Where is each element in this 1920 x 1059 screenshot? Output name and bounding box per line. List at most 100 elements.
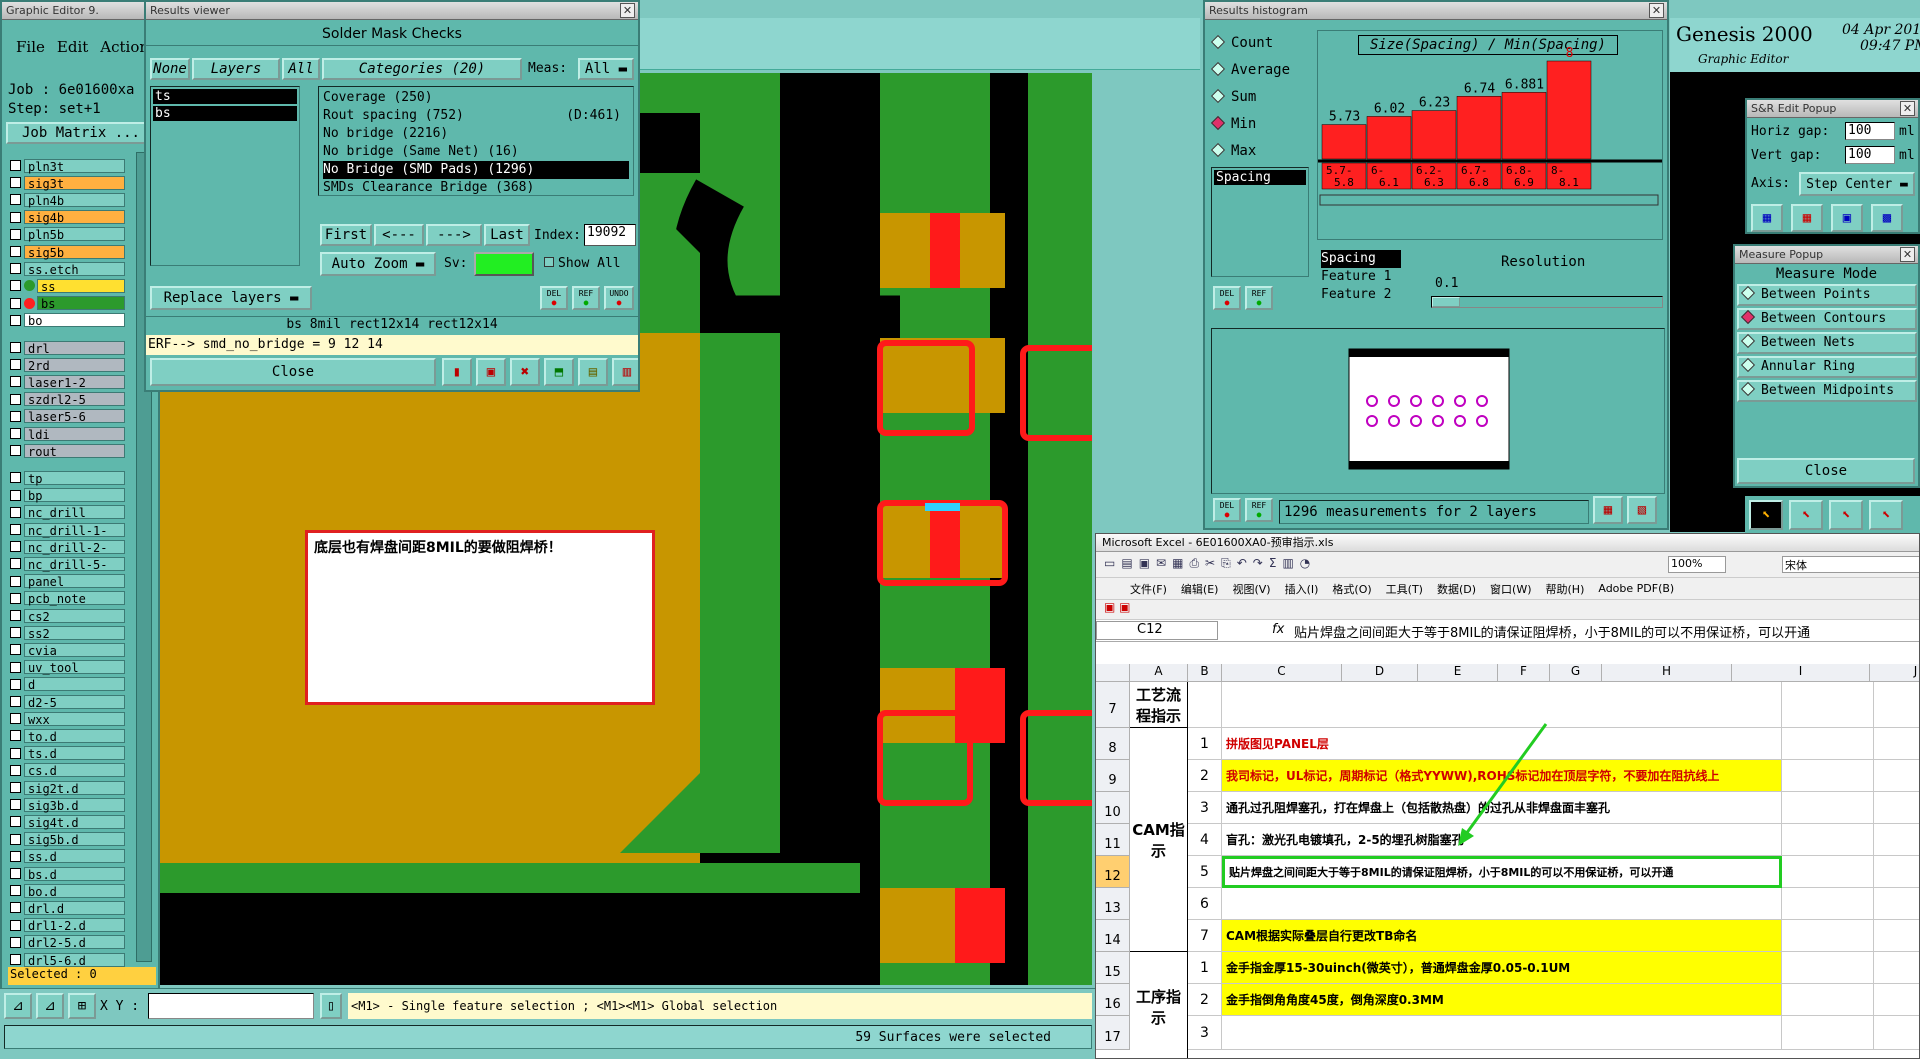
cell-index[interactable]: 2 (1188, 760, 1222, 792)
layer-checkbox[interactable] (10, 678, 21, 690)
first-button[interactable]: First (320, 224, 372, 246)
cell-index[interactable]: 6 (1188, 888, 1222, 920)
close-icon[interactable]: ✕ (1900, 101, 1915, 116)
layer-row[interactable]: d (10, 677, 125, 692)
pointer-icon-4[interactable]: ⬉ (1869, 500, 1903, 530)
empty-cell[interactable] (1782, 1016, 1874, 1050)
layer-row[interactable]: laser5-6 (10, 409, 125, 424)
layer-row[interactable]: ss.etch (10, 261, 125, 277)
layer-checkbox[interactable] (10, 393, 21, 405)
layer-row[interactable]: sig3b.d (10, 797, 125, 813)
layer-item-bs[interactable]: bs (153, 106, 297, 121)
layer-row[interactable]: bo.d (10, 883, 125, 899)
excel-menu-item[interactable]: 文件(F) (1130, 581, 1167, 597)
grid-icon-4[interactable]: ▩ (1871, 204, 1903, 232)
layer-row[interactable]: pln3t (10, 158, 125, 174)
layer-row[interactable]: ss.d (10, 849, 125, 864)
layer-checkbox[interactable] (10, 160, 21, 171)
layer-checkbox[interactable] (10, 194, 21, 206)
empty-cell[interactable] (1782, 792, 1874, 824)
measure-close-button[interactable]: Close (1737, 458, 1915, 484)
layer-checkbox[interactable] (10, 489, 21, 501)
row-header[interactable]: 14 (1096, 920, 1130, 952)
hist-ref-button-2[interactable]: REF ● (1245, 498, 1273, 522)
layer-checkbox[interactable] (10, 661, 21, 673)
empty-cell[interactable] (1782, 888, 1874, 920)
layer-checkbox[interactable] (10, 627, 21, 639)
meas-dropdown[interactable]: All ▬ (578, 58, 634, 80)
cell-index[interactable]: 2 (1188, 984, 1222, 1016)
resolution-value[interactable]: 0.1 (1435, 276, 1458, 291)
layer-checkbox[interactable] (10, 919, 21, 931)
layers-none-button[interactable]: None (150, 58, 190, 80)
menu-edit[interactable]: Edit (57, 38, 88, 56)
cell-content[interactable] (1222, 888, 1782, 920)
layer-row[interactable]: nc_drill (10, 505, 125, 520)
row-header[interactable]: 10 (1096, 792, 1130, 824)
column-header[interactable]: I (1732, 664, 1870, 682)
row-header[interactable]: 15 (1096, 952, 1130, 984)
cell-content[interactable]: 金手指倒角角度45度，倒角深度0.3MM (1222, 984, 1782, 1016)
measure-option[interactable]: Between Midpoints (1737, 380, 1917, 402)
layer-checkbox[interactable] (10, 592, 21, 604)
row-header[interactable]: 12 (1096, 856, 1130, 888)
measure-option[interactable]: Between Contours (1737, 308, 1917, 330)
layer-checkbox[interactable] (10, 376, 21, 388)
category-item[interactable]: No bridge (2216) (323, 125, 629, 143)
empty-cell[interactable] (1782, 728, 1874, 760)
group-label[interactable]: CAM指示 (1130, 728, 1188, 952)
xy-toggle[interactable]: ▯ (320, 993, 342, 1019)
layer-checkbox[interactable] (10, 575, 21, 587)
empty-cell[interactable] (1874, 984, 1919, 1016)
pointer-icon-2[interactable]: ⬉ (1789, 500, 1823, 530)
layer-checkbox[interactable] (10, 359, 21, 371)
empty-cell[interactable] (1874, 760, 1919, 792)
feature-item-1[interactable]: Feature 1 (1321, 268, 1409, 286)
layer-checkbox[interactable] (10, 280, 21, 292)
grid-icon-1[interactable]: ▦ (1751, 204, 1783, 232)
rv-close-button[interactable]: Close (150, 358, 436, 386)
formula-input[interactable]: 贴片焊盘之间间距大于等于8MIL的请保证阻焊桥，小于8MIL的可以不用保证桥，可… (1294, 622, 1810, 641)
layer-row[interactable]: cs.d (10, 763, 125, 778)
row-header[interactable]: 9 (1096, 760, 1130, 792)
categories-button[interactable]: Categories (20) (322, 58, 522, 80)
layer-checkbox[interactable] (10, 506, 21, 518)
layer-checkbox[interactable] (10, 445, 21, 457)
column-header[interactable]: E (1418, 664, 1498, 682)
index-input[interactable]: 19092 (584, 224, 636, 246)
layer-checkbox[interactable] (10, 610, 21, 621)
layer-row[interactable]: ss (10, 278, 125, 294)
layer-checkbox[interactable] (10, 833, 21, 845)
toolbar-icon[interactable]: ⎘ (1221, 556, 1231, 571)
cell-index[interactable]: 1 (1188, 728, 1222, 760)
layer-checkbox[interactable] (10, 177, 21, 189)
layer-row[interactable]: drl.d (10, 900, 125, 916)
toolbar-icon[interactable]: ◔ (1300, 556, 1310, 571)
row-header[interactable]: 7 (1096, 682, 1130, 728)
empty-cell[interactable] (1782, 920, 1874, 952)
layer-checkbox[interactable] (10, 902, 21, 914)
layer-row[interactable]: drl5-6.d (10, 952, 125, 968)
layer-row[interactable]: bp (10, 488, 125, 503)
column-header[interactable]: G (1550, 664, 1602, 682)
cell-content[interactable]: 盲孔：激光孔电镀填孔，2-5的埋孔树脂塞孔 (1222, 824, 1782, 856)
layer-checkbox[interactable] (10, 936, 21, 948)
layer-row[interactable]: pln5b (10, 227, 125, 242)
pdf-icon-2[interactable]: ▣ (1119, 600, 1130, 614)
cell-index[interactable]: 3 (1188, 792, 1222, 824)
hist-chart-icon-2[interactable]: ▧ (1627, 496, 1657, 524)
snap-icon-1[interactable]: ⊿ (4, 993, 32, 1019)
empty-cell[interactable] (1874, 920, 1919, 952)
sv-color-swatch[interactable] (474, 252, 534, 276)
empty-cell[interactable] (1782, 760, 1874, 792)
snap-icon-3[interactable]: ⊞ (68, 993, 96, 1019)
toolbar-icon[interactable]: ↷ (1253, 556, 1263, 571)
cell-index[interactable]: 3 (1188, 1016, 1222, 1050)
layer-checkbox[interactable] (10, 764, 21, 776)
resolution-slider[interactable] (1431, 296, 1663, 308)
tool-icon-1[interactable]: ▮ (442, 358, 472, 386)
group-label[interactable]: 工序指示 (1130, 952, 1188, 1058)
layer-row[interactable]: pln4b (10, 192, 125, 208)
empty-cell[interactable] (1782, 824, 1874, 856)
layer-checkbox[interactable] (10, 954, 21, 965)
